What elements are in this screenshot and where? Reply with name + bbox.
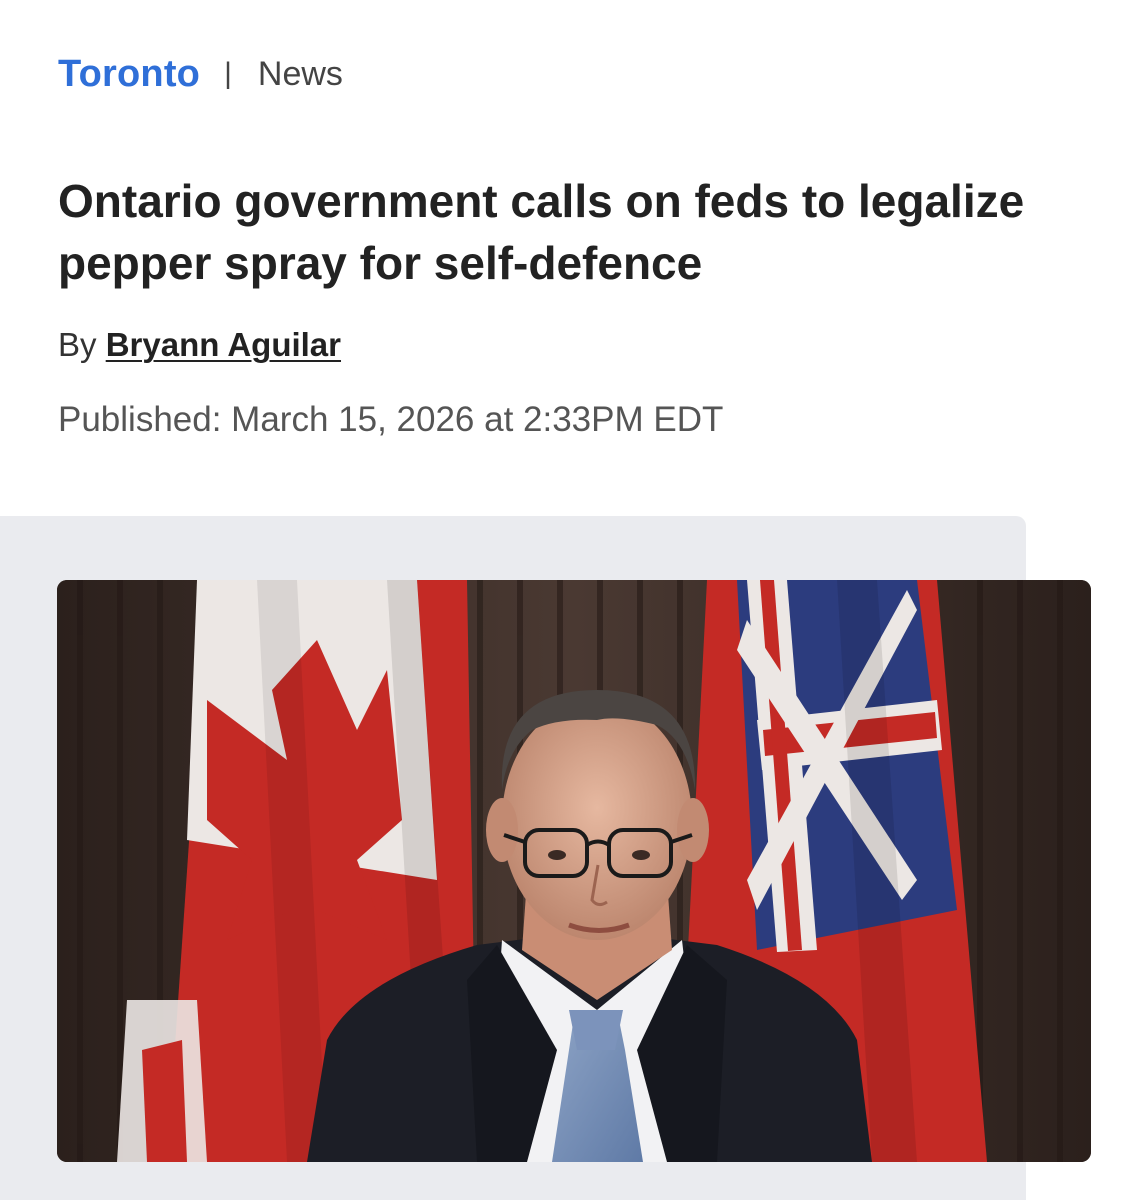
byline: By Bryann Aguilar	[58, 326, 341, 364]
breadcrumb: Toronto | News	[58, 48, 343, 100]
byline-prefix: By	[58, 326, 97, 363]
breadcrumb-subsection: News	[257, 54, 343, 93]
article-photo[interactable]	[57, 580, 1091, 1162]
breadcrumb-section-link[interactable]: Toronto	[58, 53, 200, 96]
published-timestamp: Published: March 15, 2026 at 2:33PM EDT	[58, 400, 724, 439]
breadcrumb-separator: |	[224, 57, 232, 90]
author-link[interactable]: Bryann Aguilar	[106, 326, 341, 363]
article-headline: Ontario government calls on feds to lega…	[58, 175, 1025, 289]
photo-illustration	[57, 580, 1091, 1162]
